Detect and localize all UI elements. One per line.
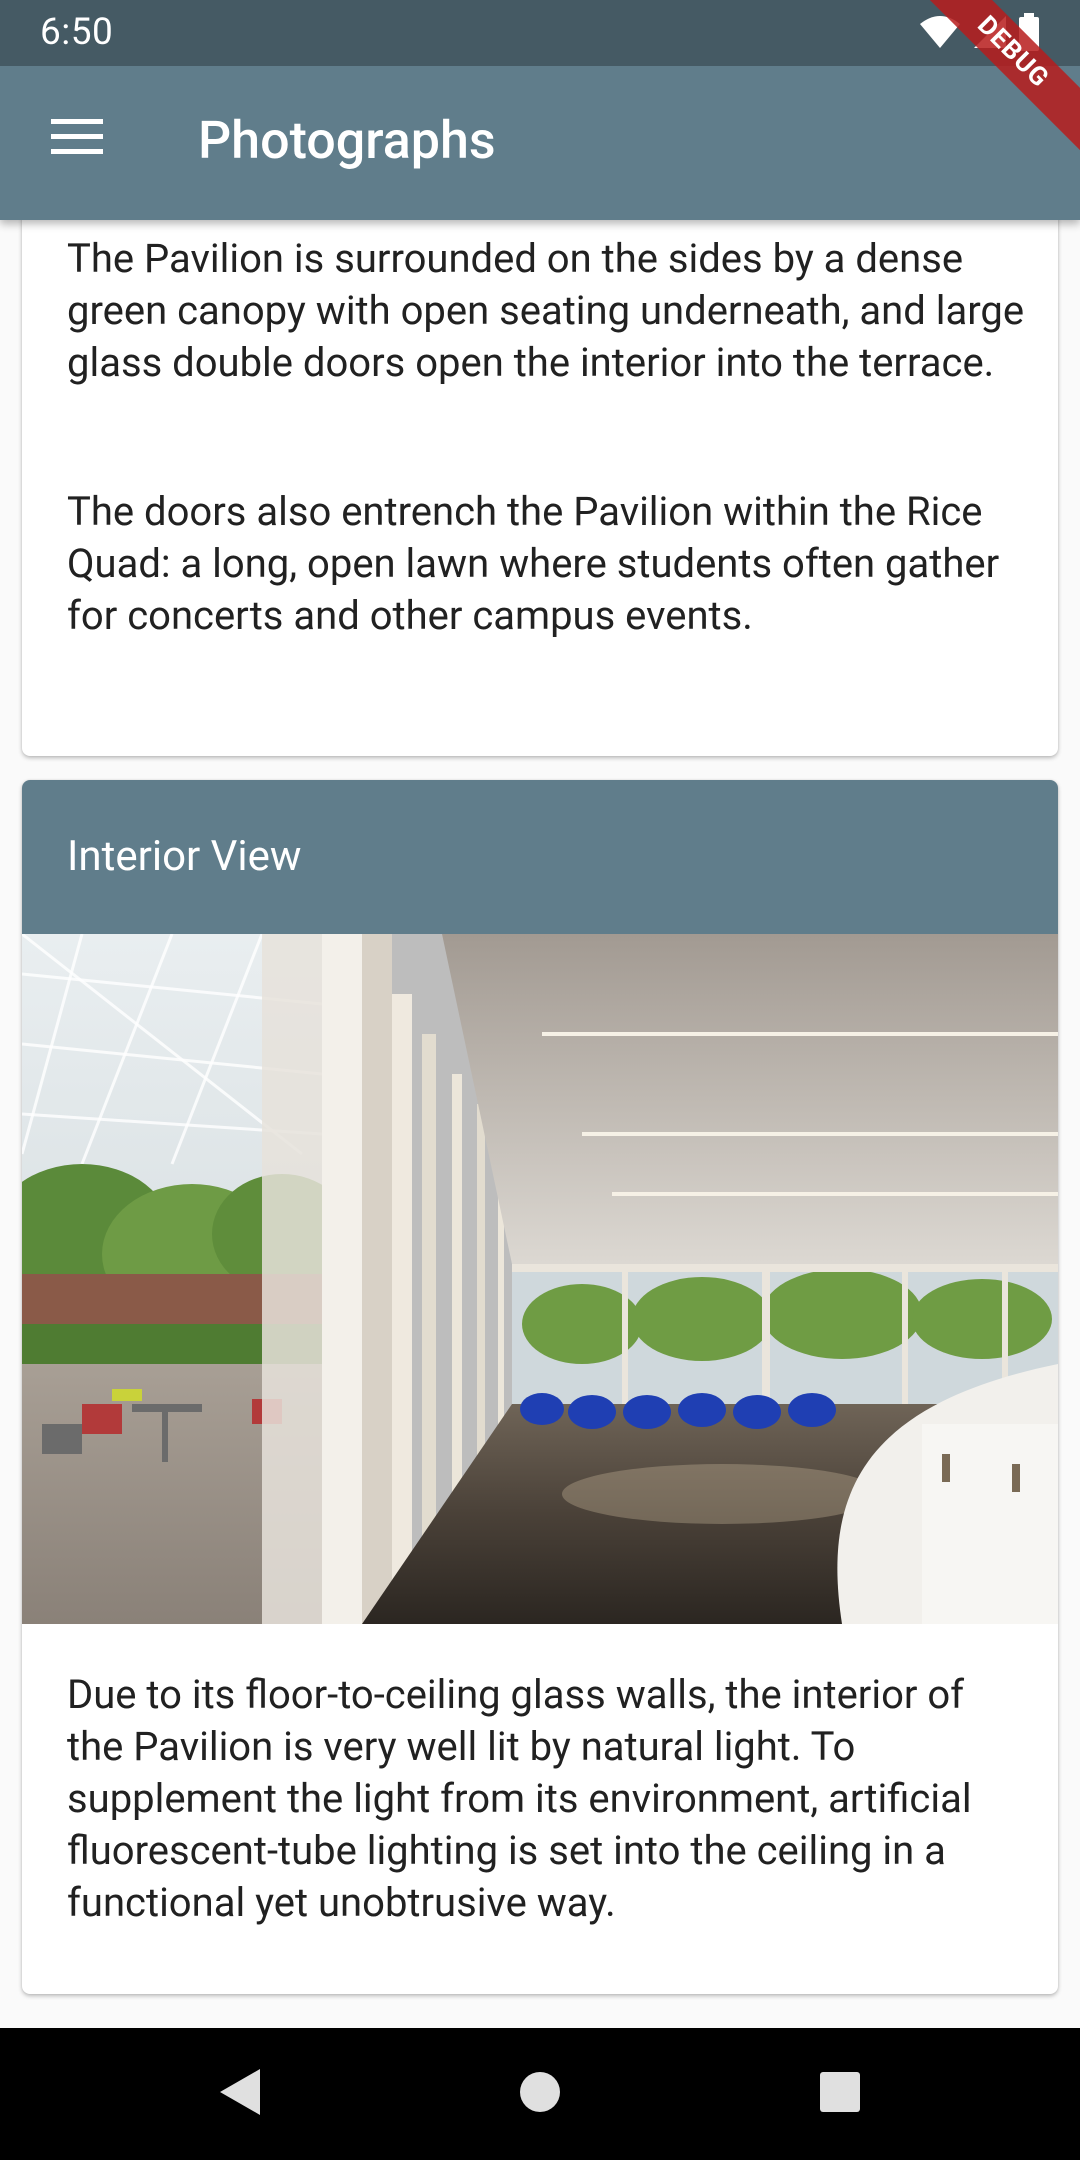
navigation-bar xyxy=(0,2028,1080,2160)
back-icon xyxy=(218,2067,262,2121)
card-title: Interior View xyxy=(67,832,302,881)
status-icons xyxy=(918,13,1040,55)
menu-button[interactable] xyxy=(36,98,118,180)
content-list[interactable]: The Pavilion is surrounded on the sides … xyxy=(0,220,1080,2028)
app-screen: 6:50 Photographs DEBUG The Pavilion is s… xyxy=(0,0,1080,2160)
wifi-icon xyxy=(918,14,962,54)
interior-view-photo xyxy=(22,934,1058,1624)
photo-card: Interior View Due to its floor-to-ceilin… xyxy=(22,780,1058,1994)
card-description: The doors also entrench the Pavilion wit… xyxy=(67,488,1000,639)
battery-icon xyxy=(1018,13,1040,55)
cell-signal-icon xyxy=(972,14,1008,54)
card-header: Interior View xyxy=(22,780,1058,934)
photo-card: The Pavilion is surrounded on the sides … xyxy=(22,220,1058,756)
home-icon xyxy=(518,2070,562,2118)
card-description: Due to its floor-to-ceiling glass walls,… xyxy=(67,1671,972,1926)
menu-icon xyxy=(51,119,103,159)
recents-button[interactable] xyxy=(808,2062,872,2126)
home-button[interactable] xyxy=(508,2062,572,2126)
recents-icon xyxy=(819,2071,861,2117)
card-description: The Pavilion is surrounded on the sides … xyxy=(67,235,1025,386)
app-bar: Photographs xyxy=(0,66,1080,220)
back-button[interactable] xyxy=(208,2062,272,2126)
page-title: Photographs xyxy=(198,110,496,171)
status-time: 6:50 xyxy=(40,11,114,54)
status-bar: 6:50 xyxy=(0,0,1080,66)
